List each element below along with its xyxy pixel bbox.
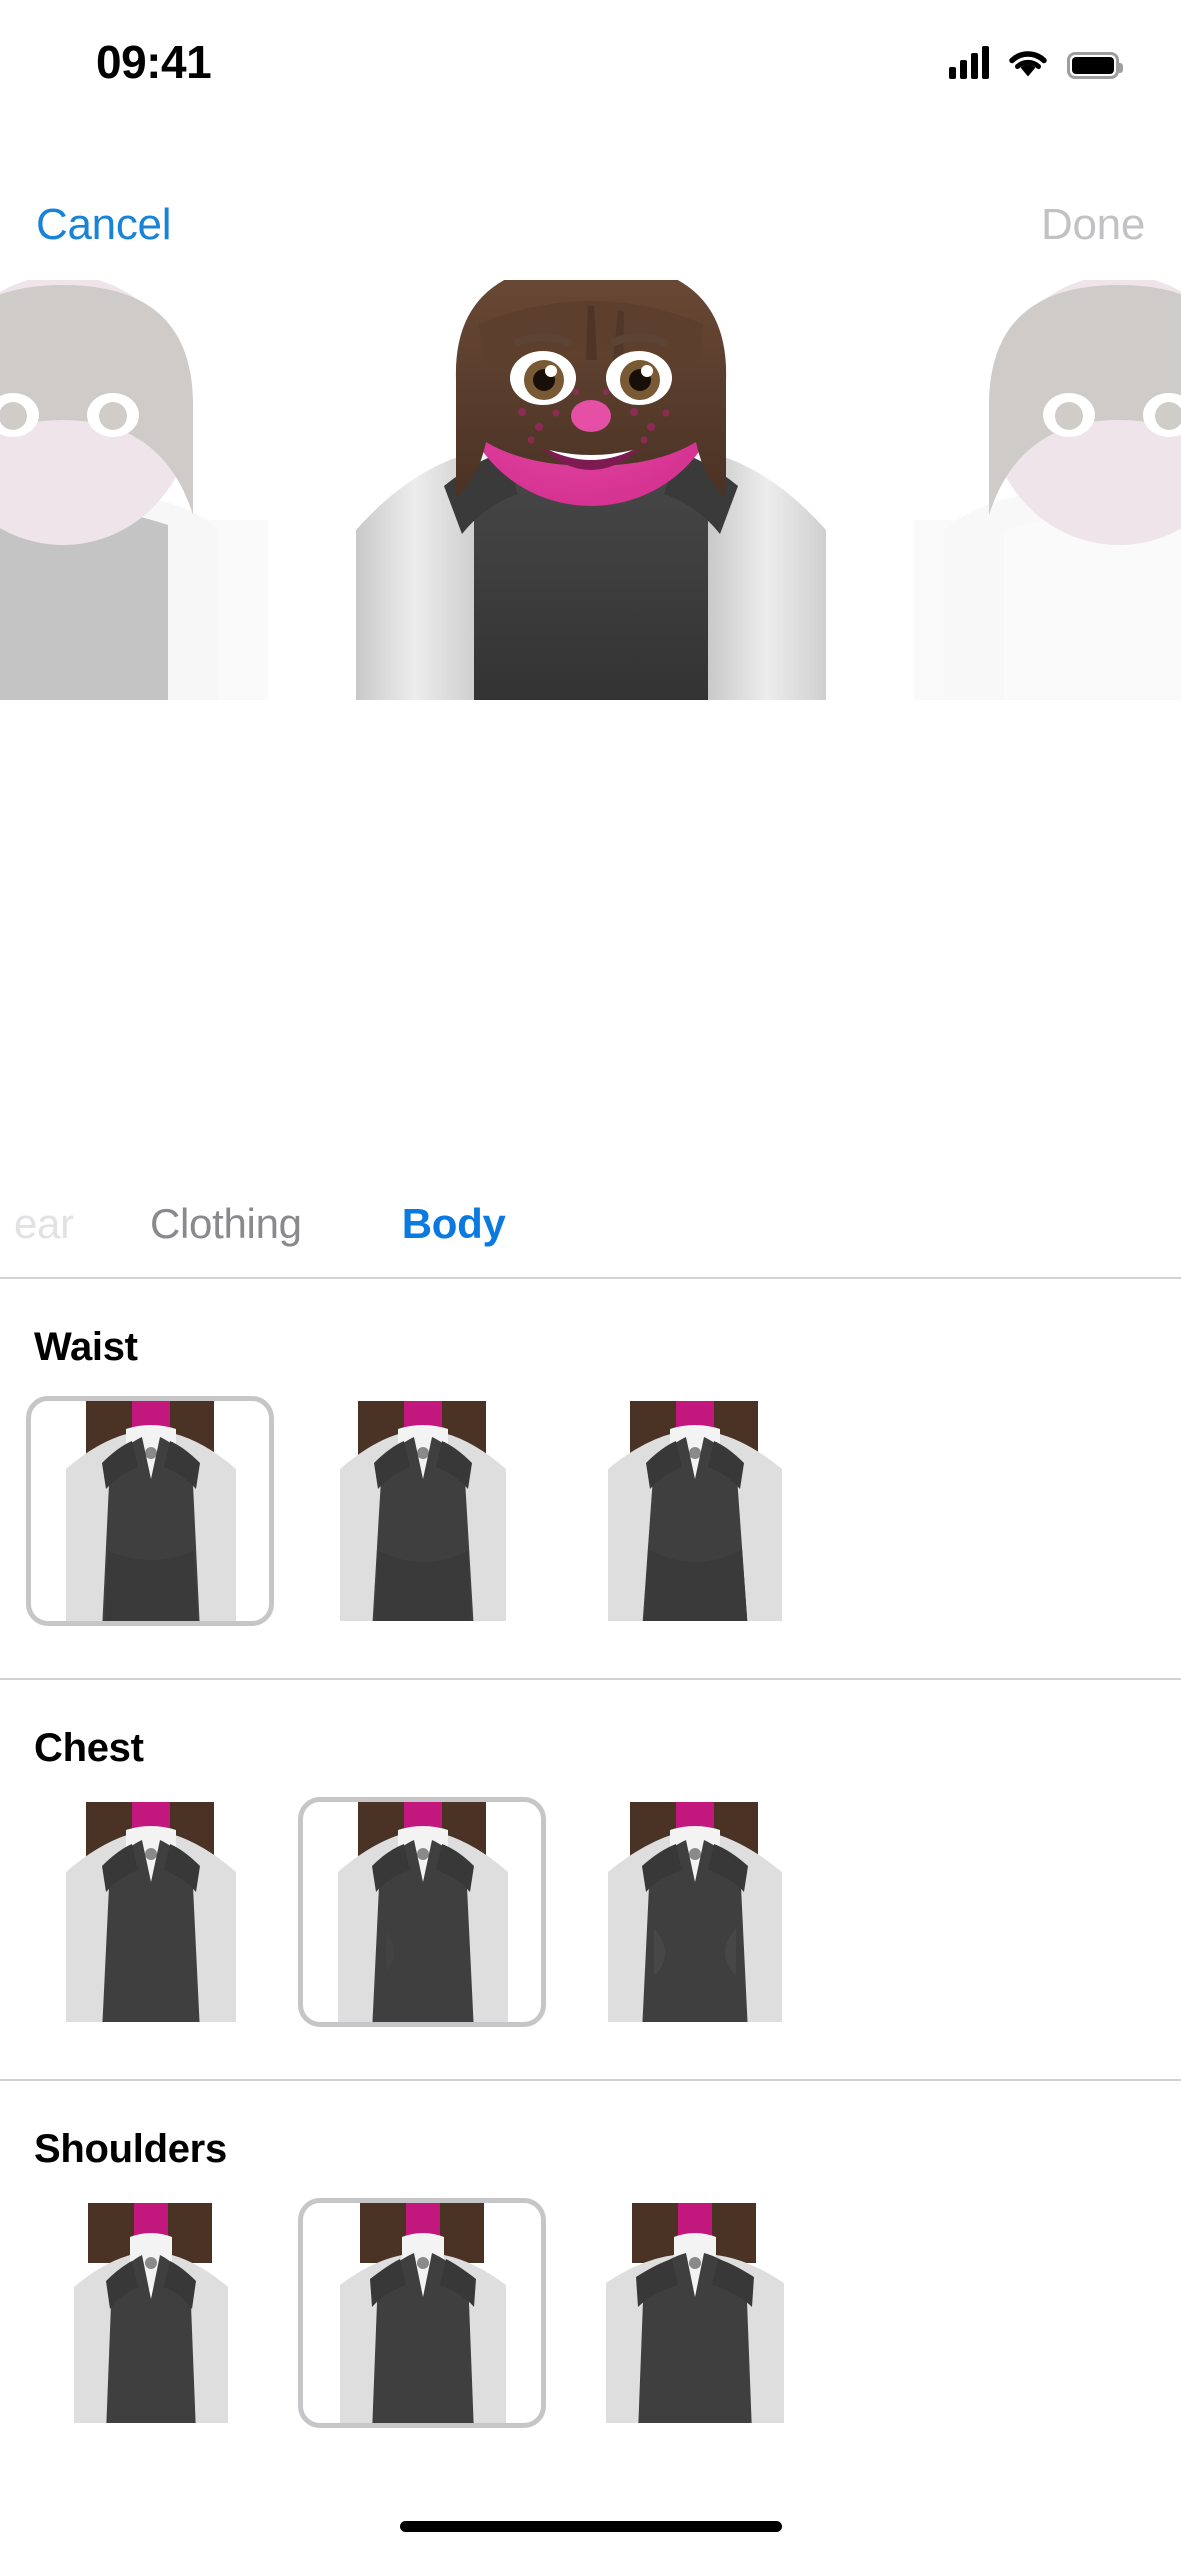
thumbnail-row-shoulders[interactable] [0,2198,1181,2480]
thumbnail-row-chest[interactable] [0,1797,1181,2079]
status-bar-icons [949,46,1123,79]
chest-option-3[interactable] [570,1797,818,2027]
avatar-preview-next[interactable] [764,280,1181,700]
waist-option-1[interactable] [26,1396,274,1626]
section-title-waist: Waist [34,1325,138,1369]
cancel-button[interactable]: Cancel [36,200,171,250]
section-title-chest: Chest [34,1726,144,1770]
avatar-preview-carousel[interactable] [0,280,1181,700]
category-tab-bar[interactable]: ear Clothing Body [0,1200,1181,1278]
battery-full-icon [1067,52,1123,79]
nav-bar: Cancel Done [0,185,1181,265]
cellular-signal-icon [949,46,989,79]
section-chest: Chest [0,1680,1181,2079]
wifi-icon [1007,47,1049,79]
section-waist: Waist [0,1279,1181,1678]
waist-option-2[interactable] [298,1396,546,1626]
status-bar-time: 09:41 [96,36,212,88]
chest-option-2[interactable] [298,1797,546,2027]
thumbnail-row-waist[interactable] [0,1396,1181,1678]
shoulders-option-2[interactable] [298,2198,546,2428]
waist-option-3[interactable] [570,1396,818,1626]
shoulders-option-1[interactable] [26,2198,274,2428]
body-options-list[interactable]: Waist Chest Shoulders [0,1277,1181,2560]
shoulders-option-3[interactable] [570,2198,818,2428]
tab-clothing[interactable]: Clothing [150,1200,302,1248]
status-bar: 09:41 [0,0,1181,110]
tab-body[interactable]: Body [402,1200,506,1248]
section-shoulders: Shoulders [0,2081,1181,2480]
section-title-shoulders: Shoulders [34,2127,227,2171]
tab-headwear[interactable]: ear [14,1200,130,1248]
done-button[interactable]: Done [1041,200,1145,250]
home-indicator[interactable] [399,2521,782,2532]
chest-option-1[interactable] [26,1797,274,2027]
